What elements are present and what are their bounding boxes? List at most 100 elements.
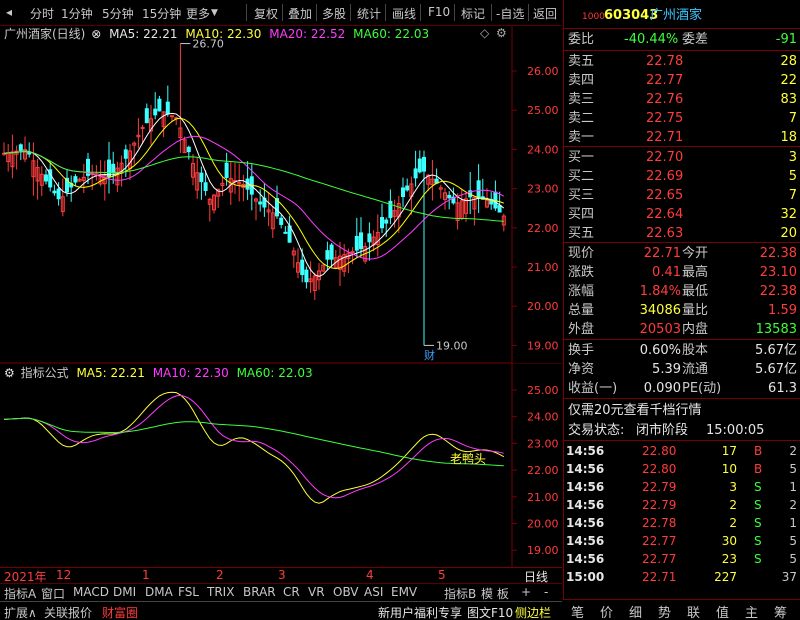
toolbar-back-arrow-icon[interactable]: ◂ [6, 5, 12, 19]
tab-brar[interactable]: BRAR [243, 585, 276, 599]
stat-value: 20503 [639, 322, 681, 337]
bid-row[interactable]: 买二 22.69 5 [564, 167, 800, 186]
tick-price: 22.79 [642, 498, 677, 512]
ind-y-tick-label: 21.00 [527, 491, 559, 504]
ind-y-tick-label: 25.00 [527, 384, 559, 397]
nav-lian[interactable]: 联 [687, 602, 700, 620]
finance-marker[interactable]: 财 [424, 347, 435, 363]
tick-count: 37 [781, 570, 797, 584]
tab-template[interactable]: 模 板 [481, 585, 509, 602]
tab-dma[interactable]: DMA [145, 585, 173, 599]
tab-indicator-b[interactable]: 指标B [444, 585, 476, 602]
tick-side: S [754, 480, 762, 494]
quote-panel: 1000 603043 广州酒家 委比 -40.44% 委差 -91 卖五 22.… [563, 0, 800, 620]
overlay-button[interactable]: 叠加 [288, 5, 312, 22]
nav-zhi[interactable]: 值 [716, 602, 729, 620]
settings-icon[interactable]: ⚙ [496, 26, 507, 40]
nav-zhu[interactable]: 主 [745, 602, 758, 620]
ask-row[interactable]: 卖三 22.76 83 [564, 90, 800, 109]
mark-button[interactable]: 标记 [461, 5, 485, 22]
expand-button[interactable]: 扩展∧ [4, 604, 37, 620]
f10-button[interactable]: F10 [428, 5, 450, 19]
tab-emv[interactable]: EMV [391, 585, 417, 599]
new-user-promo-link[interactable]: 新用户福利专享 [378, 604, 462, 620]
statistics-button[interactable]: 统计 [357, 5, 381, 22]
multi-stock-button[interactable]: 多股 [322, 5, 346, 22]
nav-shi[interactable]: 势 [658, 602, 671, 620]
stat-label: 最低 [682, 284, 709, 299]
tab-vr[interactable]: VR [308, 585, 325, 599]
stat2-label: 净资 [568, 362, 595, 377]
nav-chou[interactable]: 筹 [774, 602, 787, 620]
ask-row[interactable]: 卖五 22.78 28 [564, 52, 800, 71]
low-label: 19.00 [436, 339, 468, 352]
bid-row[interactable]: 买一 22.70 3 [564, 148, 800, 167]
ask-volume: 7 [788, 111, 797, 126]
tick-row: 14:56 22.80 10 B 5 [564, 460, 800, 479]
stat-value: 22.38 [759, 284, 797, 299]
bid-row[interactable]: 买五 22.63 20 [564, 224, 800, 243]
tab-macd[interactable]: MACD [73, 585, 109, 599]
candle-body [203, 182, 208, 191]
tab-asi[interactable]: ASI [364, 585, 383, 599]
indicator-chart[interactable]: 25.00 24.00 23.00 22.00 21.00 20.00 19.00 ⚙ 指标… [0, 363, 562, 567]
tab-obv[interactable]: OBV [333, 585, 359, 599]
graphic-f10-button[interactable]: 图文F10 [467, 604, 513, 620]
trading-status: 交易状态: 闭市阶段 15:00:05 [568, 423, 765, 438]
collapse-icon[interactable]: ⊗ [91, 27, 101, 41]
draw-line-button[interactable]: 画线 [392, 5, 416, 22]
tab-trix[interactable]: TRIX [207, 585, 234, 599]
ask-row[interactable]: 卖四 22.77 22 [564, 71, 800, 90]
period-more[interactable]: 更多 [186, 5, 210, 22]
bid-label: 买一 [568, 150, 595, 165]
tab-fsl[interactable]: FSL [178, 585, 199, 599]
candle-body [18, 144, 23, 151]
stat-label: 今开 [682, 246, 709, 261]
tab-indicator-a[interactable]: 指标A [4, 585, 36, 602]
ask-row[interactable]: 卖一 22.71 18 [564, 128, 800, 147]
ask-row[interactable]: 卖二 22.75 7 [564, 109, 800, 128]
candlestick-chart[interactable]: 26.00 25.00 24.00 23.00 22.00 21.00 20.00 19.00… [0, 26, 562, 363]
tick-price: 22.80 [642, 462, 677, 476]
related-quotes-button[interactable]: 关联报价 [44, 604, 92, 620]
candle-body [186, 146, 191, 153]
nav-xi[interactable]: 细 [629, 602, 642, 620]
tab-remove[interactable]: - [544, 585, 548, 599]
stat-label: 外盘 [568, 322, 595, 337]
tab-cr[interactable]: CR [283, 585, 300, 599]
bid-row[interactable]: 买四 22.64 32 [564, 205, 800, 224]
period-1min[interactable]: 1分钟 [61, 5, 93, 22]
fuquan-button[interactable]: 复权 [254, 5, 278, 22]
candle-body [123, 149, 128, 159]
ask-label: 卖三 [568, 92, 595, 107]
nav-bi[interactable]: 笔 [571, 602, 584, 620]
tab-add[interactable]: + [521, 585, 531, 599]
tab-window[interactable]: 窗口 [41, 585, 65, 602]
period-intraday[interactable]: 分时 [30, 5, 54, 22]
more-dropdown-icon[interactable]: ▼ [211, 8, 218, 18]
period-5min[interactable]: 5分钟 [102, 5, 134, 22]
sidebar-toggle-button[interactable]: 侧边栏 [515, 604, 551, 620]
candle-body [329, 244, 334, 260]
time-apr: 4 [366, 568, 374, 582]
tick-time: 14:56 [566, 498, 605, 512]
period-15min[interactable]: 15分钟 [142, 5, 181, 22]
fortune-circle-button[interactable]: 财富圈 [102, 604, 138, 620]
bid-row[interactable]: 买三 22.65 7 [564, 186, 800, 205]
ind-ma5-legend: MA5: 22.21 [76, 366, 145, 380]
stat-row: 涨跌 0.41 最高 23.10 [564, 263, 800, 282]
tab-dmi[interactable]: DMI [113, 585, 136, 599]
stat-label: 涨跌 [568, 265, 595, 280]
bid-price: 22.69 [646, 169, 684, 184]
tick-time: 15:00 [566, 570, 605, 584]
remove-watchlist-button[interactable]: -自选 [496, 5, 524, 22]
return-button[interactable]: 返回 [533, 5, 557, 22]
candle-body [165, 101, 170, 115]
indicator-settings-icon[interactable]: ⚙ [4, 366, 15, 380]
tick-time: 14:56 [566, 444, 605, 458]
nav-jia[interactable]: 价 [600, 602, 613, 620]
level2-promo[interactable]: 仅需20元查看千档行情 [564, 401, 800, 420]
stock-header: 1000 603043 广州酒家 [564, 6, 800, 25]
time-may: 5 [438, 568, 446, 582]
diamond-icon[interactable]: ◇ [480, 26, 489, 40]
